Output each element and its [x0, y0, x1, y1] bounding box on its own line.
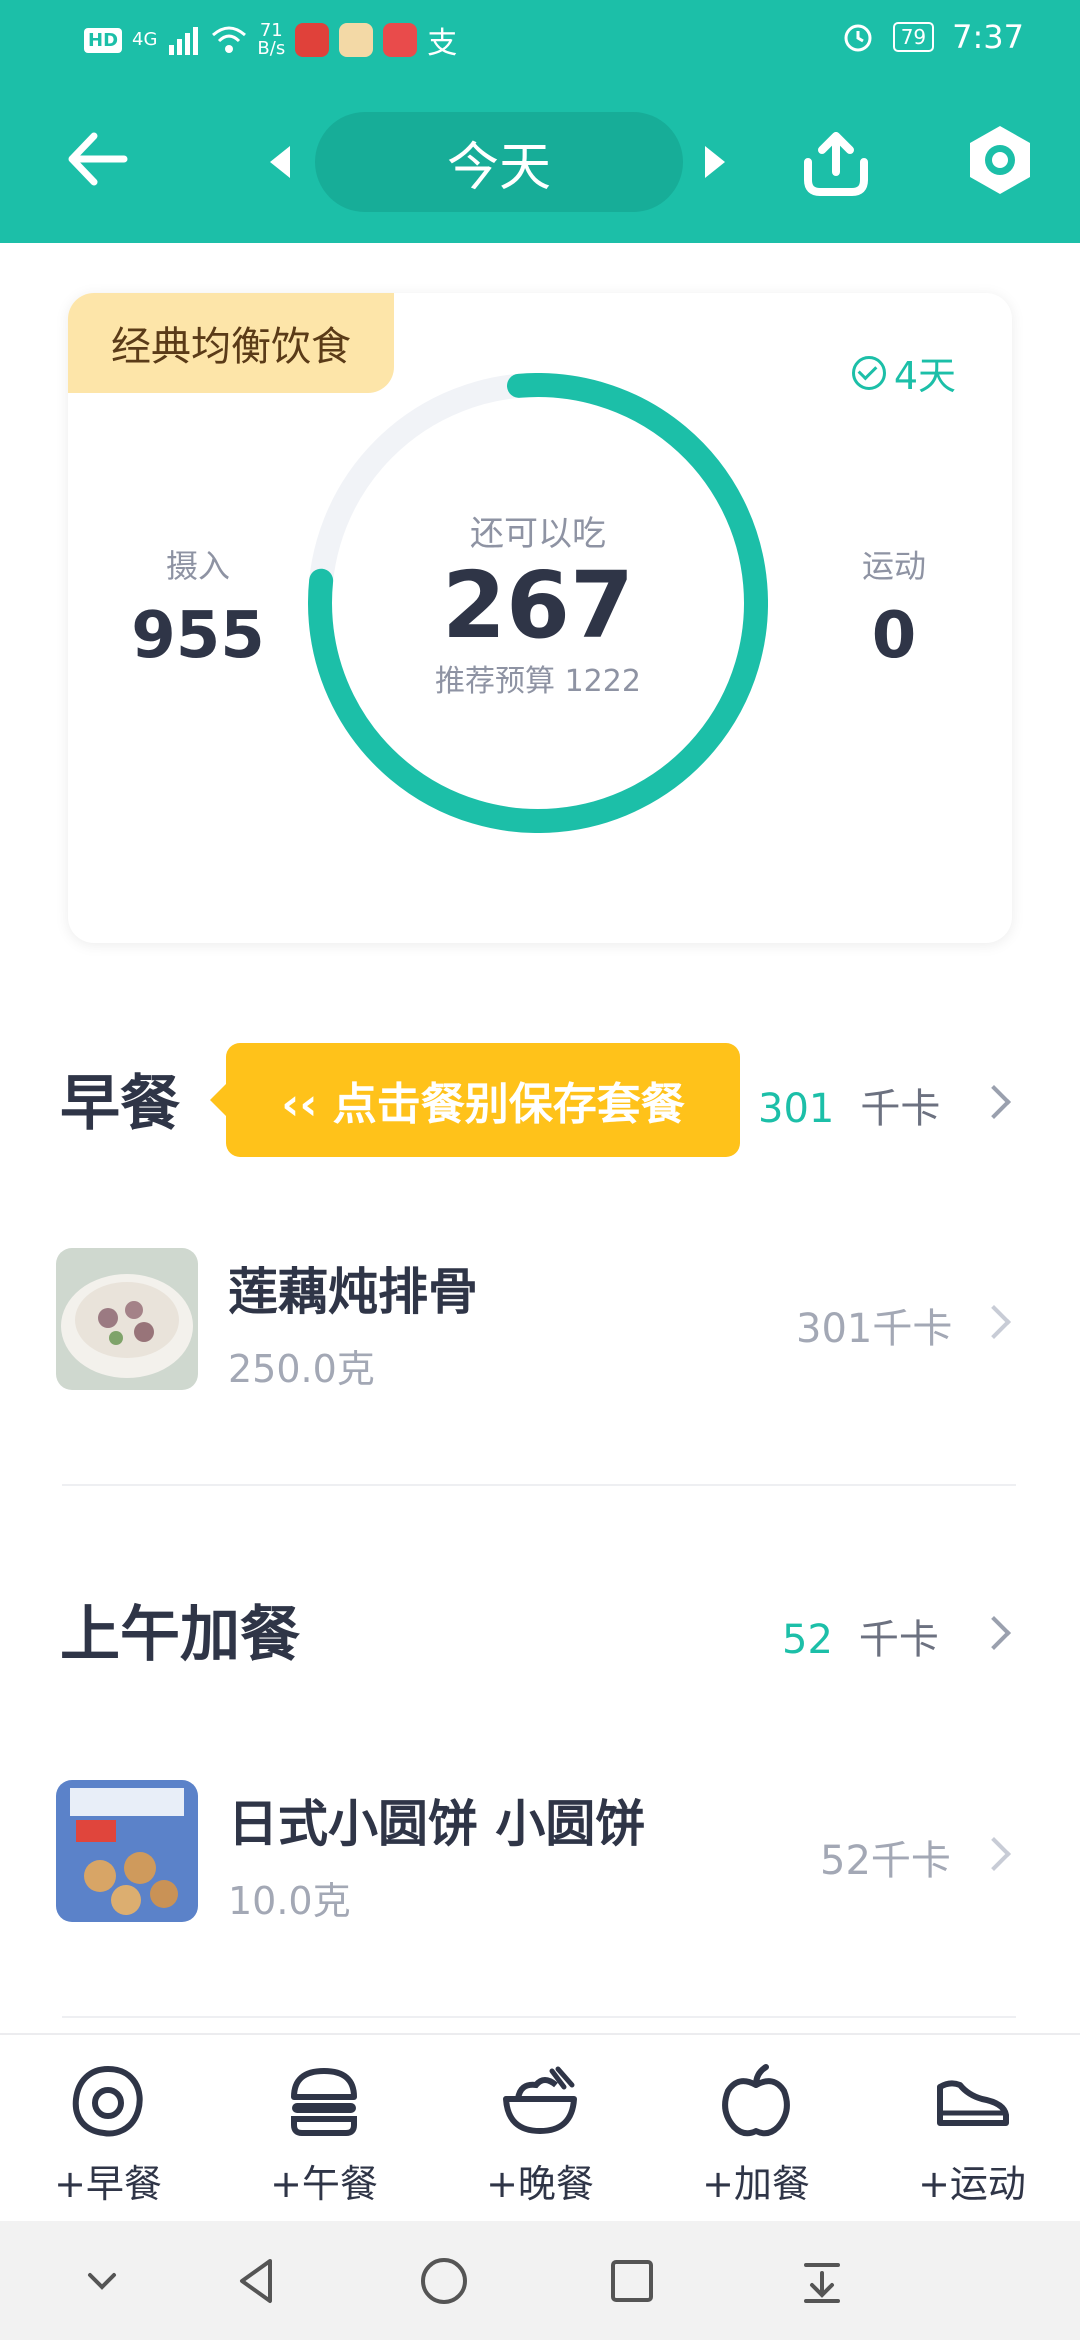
- add-snack-label: +加餐: [702, 2162, 810, 2206]
- meal-section-morning-snack[interactable]: 上午加餐: [60, 1586, 300, 1673]
- nav-recents-icon[interactable]: [602, 2251, 662, 2311]
- save-meal-tip[interactable]: ‹‹ 点击餐别保存套餐: [210, 1043, 740, 1157]
- prev-day-button[interactable]: [270, 146, 290, 178]
- food-weight: 250.0克: [228, 1347, 375, 1391]
- check-circle-icon: [851, 355, 886, 390]
- apple-icon: [722, 2064, 790, 2137]
- system-navigation-bar: [0, 2221, 1080, 2340]
- chevron-right-icon[interactable]: [977, 1305, 1011, 1339]
- divider: [62, 1484, 1016, 1486]
- meal-section-breakfast[interactable]: 早餐: [60, 1055, 180, 1142]
- speed-unit: B/s: [257, 38, 286, 59]
- chevron-right-icon[interactable]: [977, 1837, 1011, 1871]
- collapse-chevron-icon[interactable]: [72, 2251, 132, 2311]
- battery-indicator: 79: [892, 22, 935, 52]
- chevron-right-icon[interactable]: [977, 1085, 1011, 1119]
- alarm-icon: [844, 24, 872, 52]
- food-kcal: 301千卡: [796, 1306, 953, 1352]
- meal-title: 上午加餐: [60, 1600, 300, 1670]
- alipay-icon: 支: [427, 26, 458, 61]
- burger-icon: [291, 2068, 357, 2136]
- bowl-icon: [503, 2066, 577, 2134]
- divider: [62, 2016, 1016, 2018]
- intake-value: 955: [131, 599, 265, 673]
- egg-icon: [72, 2065, 143, 2137]
- status-bar: HD 4G 71 B/s 支 79 7:37: [0, 0, 1080, 80]
- chevron-right-icon[interactable]: [977, 1616, 1011, 1650]
- exercise-stat: 运动 0: [804, 541, 984, 673]
- food-name[interactable]: 莲藕炖排骨: [228, 1252, 478, 1324]
- meal-title: 早餐: [60, 1069, 180, 1139]
- nav-back-icon[interactable]: [226, 2251, 286, 2311]
- add-lunch-label: +午餐: [270, 2162, 378, 2206]
- nav-home-icon[interactable]: [414, 2251, 474, 2311]
- intake-stat: 摄入 955: [108, 541, 288, 673]
- add-lunch-button[interactable]: +午餐: [244, 2061, 404, 2208]
- day-selector[interactable]: 今天: [315, 112, 683, 212]
- app-header: HD 4G 71 B/s 支 79 7:37 今天: [0, 0, 1080, 243]
- streak-badge: 4天: [851, 345, 956, 400]
- add-snack-button[interactable]: +加餐: [676, 2061, 836, 2208]
- remaining-label: 还可以吃: [470, 513, 606, 554]
- add-record-bar: +早餐 +午餐 +晚餐 +加餐 +运动: [0, 2033, 1080, 2223]
- meal-kcal-total: 52 千卡: [782, 1607, 939, 1665]
- notification-app-icon: [295, 23, 330, 57]
- meal-kcal-total: 301 千卡: [758, 1076, 940, 1134]
- notification-pull-icon[interactable]: [792, 2251, 852, 2311]
- date-nav: 今天: [0, 100, 1080, 220]
- add-breakfast-label: +早餐: [54, 2162, 162, 2206]
- signal-icon: [169, 27, 199, 55]
- food-image: [56, 1780, 198, 1922]
- add-exercise-label: +运动: [918, 2162, 1026, 2206]
- food-name[interactable]: 日式小圆饼 小圆饼: [228, 1784, 645, 1856]
- budget-text: 推荐预算 1222: [435, 664, 641, 700]
- shoe-icon: [937, 2080, 1009, 2126]
- hd-badge: HD: [84, 27, 123, 53]
- exercise-label: 运动: [861, 547, 926, 585]
- back-arrow-icon[interactable]: [62, 124, 132, 194]
- meal-kcal-number: 301: [758, 1086, 835, 1132]
- add-dinner-label: +晚餐: [486, 2162, 594, 2206]
- meal-kcal-unit: 千卡: [860, 1086, 941, 1132]
- add-breakfast-button[interactable]: +早餐: [28, 2061, 188, 2208]
- food-kcal: 52千卡: [820, 1838, 951, 1884]
- notification-app-icon: [339, 23, 374, 57]
- intake-label: 摄入: [165, 547, 230, 585]
- add-exercise-button[interactable]: +运动: [892, 2061, 1052, 2208]
- clock: 7:37: [952, 18, 1024, 56]
- food-weight: 10.0克: [228, 1879, 351, 1923]
- remaining-value: 267: [441, 551, 635, 659]
- food-image: [56, 1248, 198, 1390]
- next-day-button[interactable]: [705, 146, 725, 178]
- share-upload-icon[interactable]: [796, 122, 876, 202]
- exercise-value: 0: [871, 599, 917, 673]
- net-speed: 71 B/s: [257, 22, 285, 58]
- meal-kcal-unit: 千卡: [858, 1617, 939, 1663]
- meal-kcal-number: 52: [782, 1617, 833, 1663]
- ring-center: 还可以吃 267 推荐预算 1222: [308, 373, 768, 833]
- wifi-icon: [212, 26, 247, 53]
- settings-icon[interactable]: [962, 122, 1038, 198]
- streak-days: 4天: [893, 354, 956, 398]
- add-dinner-button[interactable]: +晚餐: [460, 2061, 620, 2208]
- network-type: 4G: [132, 29, 158, 50]
- notification-app-icon: [383, 23, 418, 57]
- calorie-summary-card[interactable]: 经典均衡饮食 4天 摄入 955 还可以吃 267 推荐预算 1222 运动 0: [68, 293, 1012, 943]
